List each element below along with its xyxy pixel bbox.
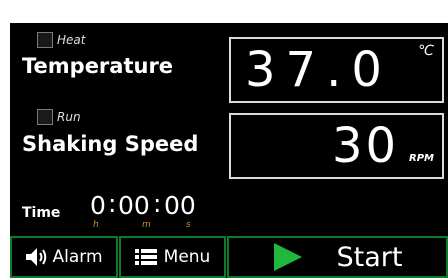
run-toggle[interactable]: Run <box>37 109 81 125</box>
temperature-unit: ℃ <box>418 43 434 59</box>
menu-button[interactable]: Menu <box>119 236 226 278</box>
start-button-label: Start <box>336 241 403 273</box>
hours-unit: h <box>93 220 99 230</box>
time-seconds: 00 <box>164 191 196 220</box>
time-separator: : <box>153 189 162 218</box>
run-label: Run <box>57 110 81 124</box>
speaker-icon <box>26 248 47 266</box>
heat-toggle[interactable]: Heat <box>37 32 85 48</box>
alarm-button-label: Alarm <box>52 247 103 267</box>
time-separator: : <box>108 189 117 218</box>
temperature-value: 37.0 <box>245 42 392 98</box>
shaking-speed-unit: RPM <box>409 153 434 164</box>
run-checkbox[interactable] <box>37 109 53 125</box>
heat-checkbox[interactable] <box>37 32 53 48</box>
minutes-unit: m <box>142 220 151 230</box>
menu-button-label: Menu <box>163 247 211 267</box>
temperature-display: 37.0 ℃ <box>229 37 444 103</box>
shaking-speed-label: Shaking Speed <box>22 132 199 156</box>
time-hours: 0 <box>90 191 106 220</box>
seconds-unit: s <box>186 220 191 230</box>
alarm-button[interactable]: Alarm <box>10 236 118 278</box>
play-icon <box>273 243 302 271</box>
time-label: Time <box>22 205 61 221</box>
control-panel: Heat Temperature 37.0 ℃ Run Shaking Spee… <box>10 23 448 278</box>
shaking-speed-value: 30 <box>332 118 400 174</box>
start-button[interactable]: Start <box>227 236 448 278</box>
heat-label: Heat <box>57 33 86 47</box>
temperature-label: Temperature <box>22 54 174 78</box>
list-icon <box>134 249 157 265</box>
shaking-speed-display: 30 RPM <box>229 113 444 179</box>
time-minutes: 00 <box>118 191 150 220</box>
